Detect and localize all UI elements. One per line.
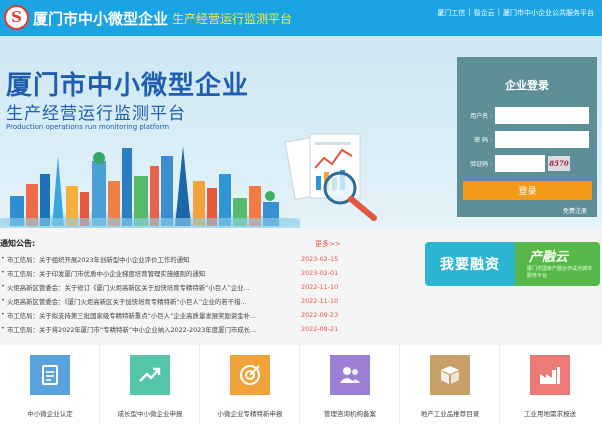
service-tiles: 中小微企业认定 成长型中小微企业申报 小微企业专精特新申报 管理咨询机构备案 地…	[0, 345, 602, 424]
users-icon	[330, 355, 370, 395]
notice-date: 2022-11-10	[301, 283, 339, 291]
bullet-icon: •	[1, 324, 5, 332]
header-links: 厦门工信 | 昝企云 | 厦门市中小企业公共服务平台	[437, 8, 594, 18]
bullet-icon: •	[1, 296, 5, 304]
bullet-icon: •	[1, 282, 5, 290]
link-xiamen-industry[interactable]: 厦门工信	[437, 8, 465, 18]
password-row: 密 码 :	[457, 131, 597, 149]
site-subtitle: 生产经营运行监测平台	[172, 12, 293, 26]
finance-cloud-desc: 厦门市国家产融合作试点城市服务平台	[527, 266, 593, 279]
link-public-service-platform[interactable]: 厦门市中小企业公共服务平台	[503, 8, 594, 18]
tile-label: 中小微企业认定	[27, 410, 73, 418]
captcha-row: 验证码 : 8570	[457, 155, 597, 173]
username-label: 用户名 :	[470, 113, 492, 120]
document-icon	[30, 355, 70, 395]
login-button[interactable]: 登录	[463, 181, 592, 200]
notice-date: 2022-11-10	[301, 297, 339, 305]
notice-item[interactable]: • 市工信局：关于印发厦门市优质中小企业梯度培育管理实施细则的通知 2023-02-…	[0, 268, 345, 282]
tile-specialized-application[interactable]: 小微企业专精特新申报	[200, 345, 300, 424]
notice-text[interactable]: 市工信局：关于将2022年厦门市“专精特新”中小企业纳入2022-2023年度厦…	[7, 325, 283, 334]
notice-date: 2022-09-23	[301, 311, 339, 319]
apply-finance-button[interactable]: 我要融资	[425, 242, 515, 286]
captcha-input[interactable]	[495, 155, 545, 172]
banner-title: 厦门市中小微型企业	[6, 71, 250, 101]
password-label: 密 码 :	[474, 137, 492, 144]
captcha-label: 验证码 :	[470, 161, 492, 168]
tile-label: 成长型中小微企业申报	[117, 410, 183, 418]
target-icon	[230, 355, 270, 395]
link-enterprise-cloud[interactable]: 昝企云	[474, 8, 495, 18]
notice-item[interactable]: • 火炬高新区管委会：《厦门火炬高新区关于加快培育专精特新“小巨人”企业的若干措.…	[0, 296, 345, 310]
password-input[interactable]	[495, 131, 589, 148]
notice-item[interactable]: • 市工信局：关于组织开展2023年创新型中小企业评价工作的通知 2023-02-1…	[0, 254, 345, 268]
tile-industrial-land-demand[interactable]: 工业用地需求报送	[500, 345, 600, 424]
notice-text[interactable]: 市工信局：关于组织开展2023年创新型中小企业评价工作的通知	[7, 255, 283, 264]
bullet-icon: •	[1, 268, 5, 276]
box-icon	[430, 355, 470, 395]
finance-cloud-title: 产融云	[529, 250, 569, 265]
link-separator: |	[497, 8, 500, 16]
tile-local-products-catalog[interactable]: 地产工业品推荐目录	[400, 345, 500, 424]
notice-text[interactable]: 火炬高新区管委会：关于修订《厦门火炬高新区关于加快培育专精特新“小巨人”企业..…	[7, 283, 283, 292]
trend-chart-icon	[130, 355, 170, 395]
city-skyline-illustration	[0, 146, 300, 228]
top-header: S 厦门市中小微型企业 生产经营运行监测平台 厦门工信 | 昝企云 | 厦门市中…	[0, 0, 602, 36]
notice-more-link[interactable]: 更多>>	[315, 239, 341, 249]
tile-label: 小微企业专精特新申报	[217, 410, 283, 418]
notice-item[interactable]: • 市工信局：关于拟支持第三批国家级专精特新重点“小巨人”企业高质量发展奖励资金补…	[0, 310, 345, 324]
login-title: 企业登录	[505, 79, 549, 92]
bullet-icon: •	[1, 310, 5, 318]
username-row: 用户名 :	[457, 107, 597, 125]
notice-text[interactable]: 市工信局：关于拟支持第三批国家级专精特新重点“小巨人”企业高质量发展奖励资金补.…	[7, 311, 283, 320]
notice-date: 2022-09-21	[301, 325, 339, 333]
notice-date: 2023-02-01	[301, 269, 339, 277]
notice-item[interactable]: • 市工信局：关于将2022年厦门市“专精特新”中小企业纳入2022-2023年度…	[0, 324, 345, 338]
finance-cloud-link[interactable]: 产融云 厦门市国家产融合作试点城市服务平台	[515, 242, 600, 286]
tile-growth-sme-application[interactable]: 成长型中小微企业申报	[100, 345, 200, 424]
bullet-icon: •	[1, 254, 5, 262]
logo-glyph: S	[11, 8, 22, 26]
tile-consulting-registration[interactable]: 管理咨询机构备案	[300, 345, 400, 424]
site-title[interactable]: 厦门市中小微型企业	[33, 8, 168, 29]
logo-icon[interactable]: S	[4, 5, 29, 30]
username-input[interactable]	[495, 107, 589, 124]
tile-label: 工业用地需求报送	[524, 410, 576, 418]
tile-sme-certification[interactable]: 中小微企业认定	[0, 345, 100, 424]
finance-banner[interactable]: 我要融资 产融云 厦门市国家产融合作试点城市服务平台	[425, 242, 600, 286]
login-panel: 企业登录 用户名 : 密 码 : 验证码 : 8570 登录 免费注册	[457, 57, 597, 217]
register-link[interactable]: 免费注册	[563, 206, 587, 215]
notice-title: 通知公告:	[0, 239, 36, 248]
link-separator: |	[468, 8, 471, 16]
notice-text[interactable]: 市工信局：关于印发厦门市优质中小企业梯度培育管理实施细则的通知	[7, 269, 283, 278]
captcha-image[interactable]: 8570	[548, 156, 570, 171]
notice-date: 2023-02-15	[301, 255, 339, 263]
notice-text[interactable]: 火炬高新区管委会：《厦门火炬高新区关于加快培育专精特新“小巨人”企业的若干措..…	[7, 297, 283, 306]
tile-label: 管理咨询机构备案	[324, 410, 376, 418]
banner-subtitle: 生产经营运行监测平台	[6, 104, 186, 124]
factory-icon	[530, 355, 570, 395]
tile-label: 地产工业品推荐目录	[420, 410, 480, 418]
notice-list: • 市工信局：关于组织开展2023年创新型中小企业评价工作的通知 2023-02-1…	[0, 254, 345, 338]
report-magnifier-illustration	[284, 133, 377, 221]
notice-item[interactable]: • 火炬高新区管委会：关于修订《厦门火炬高新区关于加快培育专精特新“小巨人”企业.…	[0, 282, 345, 296]
